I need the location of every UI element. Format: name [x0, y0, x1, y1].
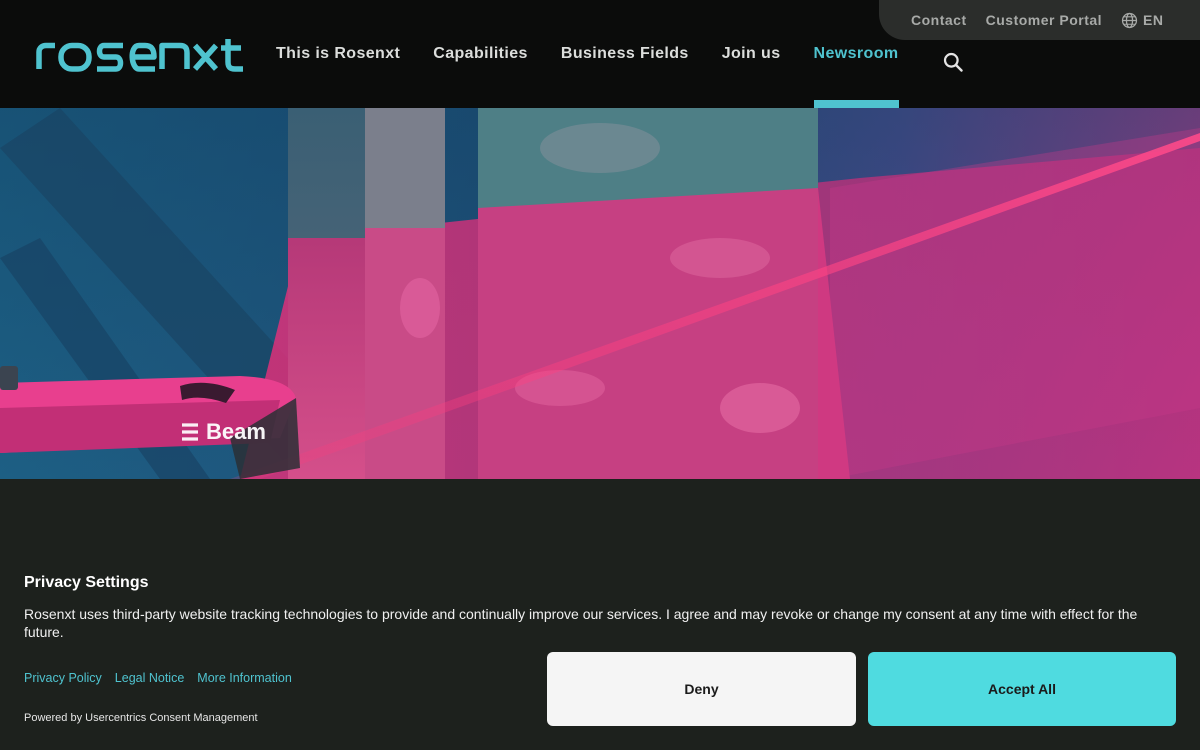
- nav-item-capabilities[interactable]: Capabilities: [433, 0, 528, 108]
- deny-button[interactable]: Deny: [547, 652, 856, 726]
- accept-all-button[interactable]: Accept All: [868, 652, 1176, 726]
- privacy-policy-link[interactable]: Privacy Policy: [24, 671, 102, 685]
- nav-item-label: Capabilities: [433, 45, 528, 62]
- customer-portal-link[interactable]: Customer Portal: [986, 12, 1102, 28]
- privacy-consent-banner: Privacy Settings Rosenxt uses third-part…: [0, 479, 1200, 750]
- active-indicator: [813, 100, 899, 108]
- language-code: EN: [1143, 12, 1164, 28]
- nav-item-this-is-rosenxt[interactable]: This is Rosenxt: [276, 0, 400, 108]
- legal-notice-link[interactable]: Legal Notice: [115, 671, 185, 685]
- site-header: Contact Customer Portal EN This is Rosen…: [0, 0, 1200, 108]
- hero-image: Beam: [0, 108, 1200, 479]
- beam-logo-text: Beam: [206, 419, 266, 444]
- nav-item-label: Business Fields: [560, 45, 689, 62]
- powered-by-text: Powered by Usercentrics Consent Manageme…: [24, 712, 258, 724]
- consent-links: Privacy Policy Legal Notice More Informa…: [24, 671, 292, 685]
- search-icon[interactable]: [943, 52, 963, 72]
- main-nav: This is Rosenxt Capabilities Business Fi…: [276, 0, 932, 108]
- globe-icon: [1121, 12, 1138, 28]
- rosenxt-logo[interactable]: [35, 38, 247, 72]
- consent-title: Privacy Settings: [24, 574, 149, 591]
- nav-item-business-fields[interactable]: Business Fields: [561, 0, 689, 108]
- nav-item-join-us[interactable]: Join us: [722, 0, 781, 108]
- language-switcher[interactable]: EN: [1121, 12, 1163, 29]
- nav-item-label: Join us: [721, 45, 781, 62]
- nav-item-newsroom[interactable]: Newsroom: [813, 0, 899, 108]
- nav-item-label: This is Rosenxt: [276, 45, 401, 62]
- underwater-scene: Beam: [0, 108, 1200, 479]
- consent-text: Rosenxt uses third-party website trackin…: [24, 606, 1138, 640]
- nav-item-label: Newsroom: [813, 45, 899, 62]
- more-information-link[interactable]: More Information: [197, 671, 291, 685]
